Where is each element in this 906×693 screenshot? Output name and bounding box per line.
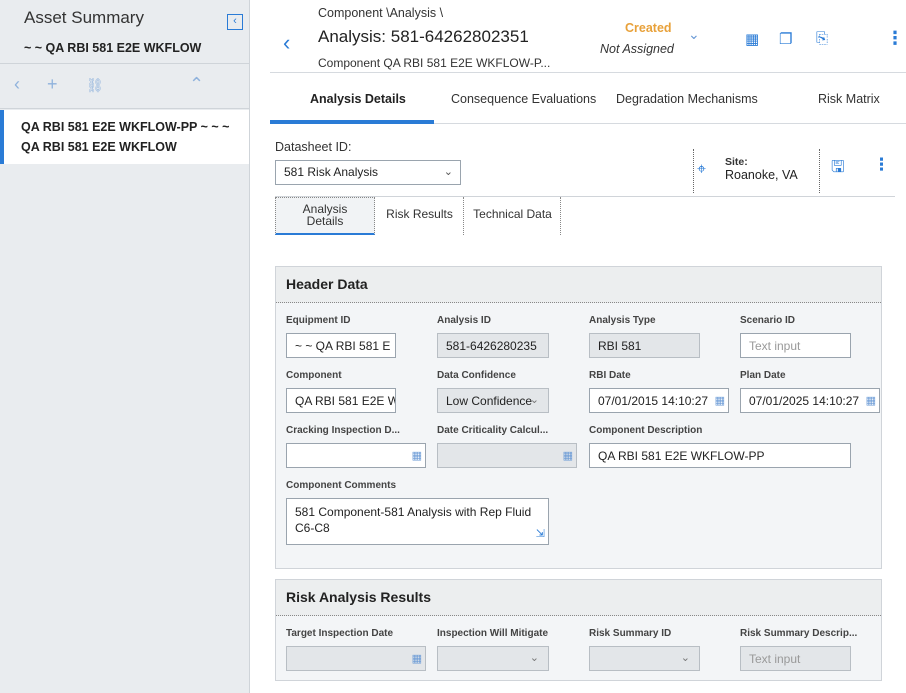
asset-item-line2: QA RBI 581 E2E WKFLOW xyxy=(21,140,177,154)
chevron-down-icon: ⌄ xyxy=(443,166,453,178)
data-confidence-value: Low Confidence xyxy=(446,394,533,408)
back-icon[interactable]: ‹ xyxy=(14,74,20,95)
datasheet-content: Datasheet ID: 581 Risk Analysis ⌄ ⌖ Site… xyxy=(251,125,906,693)
page-subtitle: Component QA RBI 581 E2E WKFLOW-P... xyxy=(318,56,551,70)
risk-analysis-results-section: Risk Analysis Results Target Inspection … xyxy=(275,579,882,681)
component-description-label: Component Description xyxy=(589,425,703,436)
asset-name: ~ ~ QA RBI 581 E2E WKFLOW xyxy=(24,41,202,55)
component-description-field[interactable]: QA RBI 581 E2E WKFLOW-PP xyxy=(589,443,851,468)
tab-consequence-evaluations[interactable]: Consequence Evaluations xyxy=(451,92,596,106)
asset-summary-panel: Asset Summary ‹ ~ ~ QA RBI 581 E2E WKFLO… xyxy=(0,0,250,693)
add-icon[interactable]: + xyxy=(47,74,58,95)
record-header: ‹ Component \Analysis \ Analysis: 581-64… xyxy=(251,0,906,72)
analysis-id-label: Analysis ID xyxy=(437,315,491,326)
analysis-id-field: 581-6426280235 xyxy=(437,333,549,358)
location-pin-icon: ⌖ xyxy=(697,161,707,178)
component-comments-textarea[interactable]: 581 Component-581 Analysis with Rep Flui… xyxy=(286,498,549,545)
date-criticality-label: Date Criticality Calcul... xyxy=(437,425,549,436)
calendar-icon: ▦ xyxy=(562,450,573,462)
link-icon[interactable]: ⛓ xyxy=(86,77,104,94)
section-title: Header Data xyxy=(276,267,881,303)
risk-summary-description-label: Risk Summary Descrip... xyxy=(740,628,858,639)
state-label: Created xyxy=(625,21,672,35)
date-criticality-field: ▦ xyxy=(437,443,577,468)
selected-asset-item[interactable]: QA RBI 581 E2E WKFLOW-PP ~ ~ ~ QA RBI 58… xyxy=(0,110,249,164)
risk-summary-id-label: Risk Summary ID xyxy=(589,628,672,639)
tab-analysis-details[interactable]: Analysis Details xyxy=(310,92,406,106)
state-chevron-down-icon[interactable]: ⌄ xyxy=(688,26,700,43)
calendar-icon[interactable]: ▦ xyxy=(412,449,422,462)
rbi-date-field[interactable]: 07/01/2015 14:10:27 ▦ xyxy=(589,388,729,413)
header-divider xyxy=(270,72,906,73)
tab-risk-matrix[interactable]: Risk Matrix xyxy=(818,92,880,106)
component-field[interactable]: QA RBI 581 E2E W xyxy=(286,388,396,413)
copy-icon[interactable]: ❐ xyxy=(779,30,792,48)
component-comments-label: Component Comments xyxy=(286,480,396,491)
cracking-inspection-label: Cracking Inspection D... xyxy=(286,425,400,436)
subtab-label: Analysis Details xyxy=(302,202,348,228)
divider xyxy=(819,149,820,193)
risk-summary-description-input: Text input xyxy=(740,646,851,671)
datasheet-select-value: 581 Risk Analysis xyxy=(284,165,379,179)
chevron-down-icon: ⌄ xyxy=(529,652,539,664)
datasheet-select[interactable]: 581 Risk Analysis ⌄ xyxy=(275,160,461,185)
main-tabs: Analysis Details Consequence Evaluations… xyxy=(270,76,906,124)
save-as-icon[interactable]: ⎘ xyxy=(816,30,828,47)
datasheet-more-icon[interactable]: ⋮ xyxy=(873,155,890,175)
page-title: Analysis: 581-64262802351 xyxy=(318,27,529,46)
panel-title: Asset Summary xyxy=(24,8,144,27)
section-title: Risk Analysis Results xyxy=(276,580,881,616)
equipment-id-label: Equipment ID xyxy=(286,315,351,326)
chevron-up-icon[interactable]: ⌃ xyxy=(189,74,204,95)
plan-date-field[interactable]: 07/01/2025 14:10:27 ▦ xyxy=(740,388,880,413)
datasheet-id-label: Datasheet ID: xyxy=(275,140,352,154)
inspection-will-mitigate-select: ⌄ xyxy=(437,646,549,671)
more-options-icon[interactable]: ⋮ xyxy=(886,28,904,49)
asset-item-line1: QA RBI 581 E2E WKFLOW-PP ~ ~ ~ xyxy=(21,120,230,134)
header-data-section: Header Data Equipment ID ~ ~ QA RBI 581 … xyxy=(275,266,882,569)
chevron-down-icon: ⌄ xyxy=(680,652,690,664)
plan-date-label: Plan Date xyxy=(740,370,786,381)
tab-degradation-mechanisms[interactable]: Degradation Mechanisms xyxy=(616,92,758,106)
save-icon[interactable]: 🖫 xyxy=(831,156,845,183)
chevron-down-icon: ⌄ xyxy=(529,394,539,406)
assignment-label: Not Assigned xyxy=(600,42,674,56)
rbi-date-value: 07/01/2015 14:10:27 xyxy=(598,394,709,408)
panel-toolbar: ‹ + ⛓ ⌃ xyxy=(0,63,249,109)
inspection-will-mitigate-label: Inspection Will Mitigate xyxy=(437,628,549,639)
component-comments-value: 581 Component-581 Analysis with Rep Flui… xyxy=(295,505,532,535)
component-label: Component xyxy=(286,370,342,381)
resize-icon[interactable]: ⇲ xyxy=(536,526,545,542)
subtab-technical-data[interactable]: Technical Data xyxy=(465,197,561,235)
equipment-id-field[interactable]: ~ ~ QA RBI 581 E xyxy=(286,333,396,358)
site-label: Site: xyxy=(725,156,748,168)
data-confidence-select[interactable]: Low Confidence ⌄ xyxy=(437,388,549,413)
cracking-inspection-field[interactable]: ▦ xyxy=(286,443,426,468)
data-confidence-label: Data Confidence xyxy=(437,370,516,381)
scenario-id-input[interactable]: Text input xyxy=(740,333,851,358)
analysis-type-field: RBI 581 xyxy=(589,333,700,358)
active-tab-indicator xyxy=(270,120,434,124)
collapse-panel-icon[interactable]: ‹ xyxy=(227,14,243,30)
subtab-risk-results[interactable]: Risk Results xyxy=(376,197,464,235)
analysis-type-label: Analysis Type xyxy=(589,315,656,326)
target-inspection-date-label: Target Inspection Date xyxy=(286,628,394,639)
calendar-icon[interactable]: ▦ xyxy=(715,394,725,407)
divider xyxy=(693,149,694,193)
risk-summary-id-select: ⌄ xyxy=(589,646,700,671)
subtab-analysis-details[interactable]: Analysis Details xyxy=(275,197,375,235)
calendar-icon[interactable]: ▦ xyxy=(866,394,876,407)
rbi-date-label: RBI Date xyxy=(589,370,631,381)
calendar-icon: ▦ xyxy=(411,653,422,665)
plan-date-value: 07/01/2025 14:10:27 xyxy=(749,394,860,408)
back-arrow-icon[interactable]: ‹ xyxy=(283,30,290,56)
site-value: Roanoke, VA xyxy=(725,168,798,182)
scenario-id-label: Scenario ID xyxy=(740,315,796,326)
breadcrumb: Component \Analysis \ xyxy=(318,6,444,20)
target-inspection-date-field: ▦ xyxy=(286,646,426,671)
calculator-icon[interactable]: ▦ xyxy=(745,30,759,48)
